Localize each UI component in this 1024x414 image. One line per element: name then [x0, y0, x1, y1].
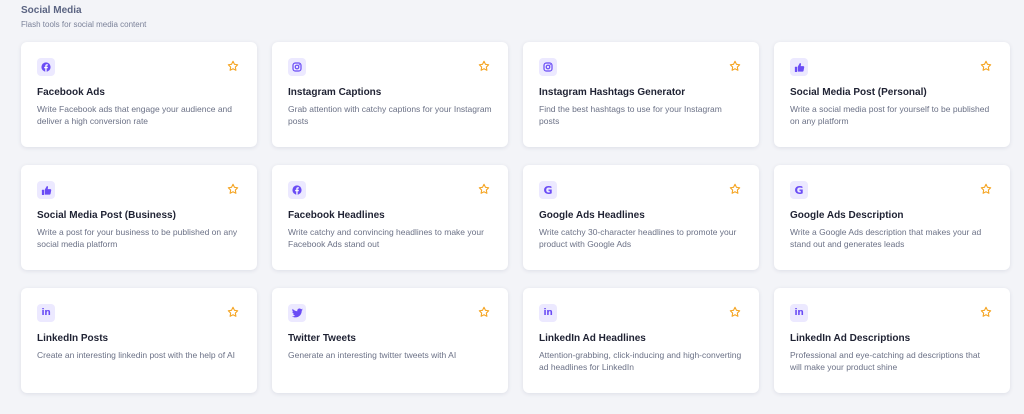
card-title: Facebook Headlines: [288, 210, 385, 221]
tool-card[interactable]: Facebook Ads Write Facebook ads that eng…: [21, 42, 257, 147]
tool-card-grid: Facebook Ads Write Facebook ads that eng…: [21, 42, 1010, 393]
tool-card[interactable]: Instagram Hashtags Generator Find the be…: [523, 42, 759, 147]
favorite-star-icon[interactable]: [226, 305, 239, 318]
facebook-icon: [288, 181, 306, 199]
linkedin-icon: in: [790, 304, 808, 322]
google-icon: G: [790, 181, 808, 199]
section-subtitle: Flash tools for social media content: [21, 20, 147, 29]
card-title: Instagram Hashtags Generator: [539, 87, 686, 98]
linkedin-icon: in: [37, 304, 55, 322]
favorite-star-icon[interactable]: [477, 182, 490, 195]
card-description: Grab attention with catchy captions for …: [288, 104, 492, 126]
instagram-icon: [288, 58, 306, 76]
card-description: Create an interesting linkedin post with…: [37, 350, 235, 360]
card-description: Find the best hashtags to use for your I…: [539, 104, 722, 126]
tool-card[interactable]: Instagram Captions Grab attention with c…: [272, 42, 508, 147]
favorite-star-icon[interactable]: [728, 59, 741, 72]
card-description: Write Facebook ads that engage your audi…: [37, 104, 233, 126]
facebook-icon: [37, 58, 55, 76]
tool-card[interactable]: Social Media Post (Business) Write a pos…: [21, 165, 257, 270]
card-title: Instagram Captions: [288, 87, 382, 98]
card-description: Write catchy and convincing headlines to…: [288, 227, 484, 249]
thumbs-up-icon: [37, 181, 55, 199]
card-description: Write a Google Ads description that make…: [790, 227, 982, 249]
card-title: Google Ads Description: [790, 210, 904, 221]
tool-card[interactable]: G Google Ads Headlines Write catchy 30-c…: [523, 165, 759, 270]
tool-card[interactable]: G Google Ads Description Write a Google …: [774, 165, 1010, 270]
favorite-star-icon[interactable]: [226, 182, 239, 195]
card-title: LinkedIn Ad Headlines: [539, 333, 646, 344]
favorite-star-icon[interactable]: [979, 305, 992, 318]
linkedin-icon: in: [539, 304, 557, 322]
tool-card[interactable]: in LinkedIn Posts Create an interesting …: [21, 288, 257, 393]
tool-card[interactable]: Twitter Tweets Generate an interesting t…: [272, 288, 508, 393]
card-description: Write catchy 30-character headlines to p…: [539, 227, 737, 249]
favorite-star-icon[interactable]: [477, 305, 490, 318]
card-title: Social Media Post (Business): [37, 210, 176, 221]
favorite-star-icon[interactable]: [979, 59, 992, 72]
card-title: Google Ads Headlines: [539, 210, 645, 221]
card-description: Write a social media post for yourself t…: [790, 104, 990, 126]
card-title: LinkedIn Ad Descriptions: [790, 333, 911, 344]
card-description: Professional and eye-catching ad descrip…: [790, 350, 980, 372]
card-description: Write a post for your business to be pub…: [37, 227, 238, 249]
tool-card[interactable]: Facebook Headlines Write catchy and conv…: [272, 165, 508, 270]
favorite-star-icon[interactable]: [728, 182, 741, 195]
favorite-star-icon[interactable]: [477, 59, 490, 72]
google-icon: G: [539, 181, 557, 199]
thumbs-up-icon: [790, 58, 808, 76]
card-title: Twitter Tweets: [288, 333, 356, 344]
card-title: Facebook Ads: [37, 87, 105, 98]
section-header: Social Media Flash tools for social medi…: [21, 4, 146, 30]
favorite-star-icon[interactable]: [728, 305, 741, 318]
tool-card[interactable]: Social Media Post (Personal) Write a soc…: [774, 42, 1010, 147]
instagram-icon: [539, 58, 557, 76]
favorite-star-icon[interactable]: [226, 59, 239, 72]
section-title: Social Media: [21, 5, 82, 16]
favorite-star-icon[interactable]: [979, 182, 992, 195]
card-description: Generate an interesting twitter tweets w…: [288, 350, 457, 360]
tool-card[interactable]: in LinkedIn Ad Headlines Attention-grabb…: [523, 288, 759, 393]
twitter-icon: [288, 304, 306, 322]
card-title: Social Media Post (Personal): [790, 87, 927, 98]
card-title: LinkedIn Posts: [37, 333, 109, 344]
tool-card[interactable]: in LinkedIn Ad Descriptions Professional…: [774, 288, 1010, 393]
card-description: Attention-grabbing, click-inducing and h…: [539, 350, 742, 372]
